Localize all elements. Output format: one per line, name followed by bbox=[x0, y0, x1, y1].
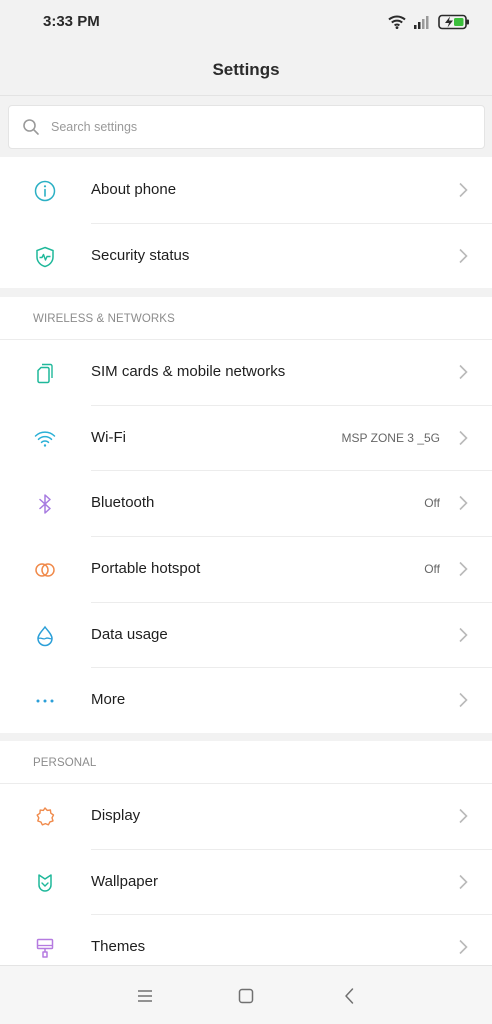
chevron-right-icon bbox=[459, 430, 468, 445]
row-sim-cards[interactable]: SIM cards & mobile networks bbox=[0, 339, 492, 405]
chevron-right-icon bbox=[459, 182, 468, 198]
row-label: Themes bbox=[91, 938, 146, 956]
row-wallpaper[interactable]: Wallpaper bbox=[0, 848, 492, 915]
cell-signal-icon bbox=[414, 16, 429, 29]
section-header: PERSONAL bbox=[0, 741, 492, 783]
row-display[interactable]: Display bbox=[0, 783, 492, 849]
row-label: Portable hotspot bbox=[91, 560, 201, 578]
status-bar: 3:33 PM bbox=[0, 0, 492, 44]
row-label: Data usage bbox=[91, 625, 168, 643]
more-dots-icon bbox=[36, 699, 54, 703]
status-icons bbox=[388, 12, 470, 32]
group-device: About phone Security status bbox=[0, 157, 492, 289]
wifi-icon bbox=[34, 431, 56, 447]
chevron-right-icon bbox=[459, 808, 468, 824]
group-personal: PERSONAL Display Wallpaper Themes bbox=[0, 741, 492, 965]
divider bbox=[91, 404, 492, 406]
bluetooth-icon bbox=[39, 494, 51, 515]
divider bbox=[91, 667, 492, 669]
chevron-right-icon bbox=[459, 693, 468, 708]
row-label: Security status bbox=[91, 246, 190, 264]
data-drop-icon bbox=[37, 625, 53, 646]
row-portable-hotspot[interactable]: Portable hotspot Off bbox=[0, 536, 492, 602]
row-label: Bluetooth bbox=[91, 494, 155, 512]
row-label: About phone bbox=[91, 181, 177, 198]
chevron-right-icon bbox=[459, 496, 468, 511]
row-label: Wallpaper bbox=[91, 872, 158, 890]
navigation-bar bbox=[0, 965, 492, 1024]
hotspot-icon bbox=[35, 563, 55, 577]
page-title: Settings bbox=[212, 60, 280, 79]
hotspot-status-value: Off bbox=[424, 562, 440, 577]
app-bar: Settings bbox=[0, 44, 492, 96]
search-bar[interactable] bbox=[8, 105, 485, 149]
info-icon bbox=[34, 180, 56, 202]
chevron-right-icon bbox=[459, 627, 468, 642]
divider bbox=[0, 783, 492, 784]
row-data-usage[interactable]: Data usage bbox=[0, 601, 492, 668]
bluetooth-status-value: Off bbox=[424, 496, 440, 511]
battery-charging-icon bbox=[438, 14, 469, 30]
recents-button[interactable] bbox=[135, 986, 155, 1006]
row-security-status[interactable]: Security status bbox=[0, 222, 492, 289]
divider bbox=[0, 339, 492, 340]
section-header: WIRELESS & NETWORKS bbox=[0, 297, 492, 339]
chevron-right-icon bbox=[459, 561, 468, 577]
section-header-text: WIRELESS & NETWORKS bbox=[33, 313, 175, 325]
chevron-right-icon bbox=[459, 364, 468, 380]
display-sun-icon bbox=[36, 807, 55, 826]
wallpaper-icon bbox=[38, 873, 52, 892]
divider bbox=[91, 536, 492, 538]
row-wifi[interactable]: Wi-Fi MSP ZONE 3 _5G bbox=[0, 404, 492, 471]
row-label: SIM cards & mobile networks bbox=[91, 363, 286, 380]
back-chevron-icon bbox=[345, 988, 354, 1004]
row-about-phone[interactable]: About phone bbox=[0, 157, 492, 223]
search-icon bbox=[23, 119, 39, 135]
row-more[interactable]: More bbox=[0, 667, 492, 733]
divider bbox=[91, 601, 492, 603]
row-label: Display bbox=[91, 807, 141, 824]
chevron-right-icon bbox=[459, 874, 468, 889]
wifi-signal-icon bbox=[388, 15, 406, 29]
wifi-network-value: MSP ZONE 3 _5G bbox=[341, 430, 440, 445]
divider bbox=[91, 914, 492, 916]
search-input[interactable] bbox=[51, 115, 461, 139]
themes-brush-icon bbox=[36, 939, 54, 959]
row-label: More bbox=[91, 691, 126, 709]
home-square-icon bbox=[238, 988, 254, 1004]
sim-card-icon bbox=[37, 363, 53, 384]
menu-lines-icon bbox=[138, 990, 152, 1002]
chevron-right-icon bbox=[459, 940, 468, 955]
row-bluetooth[interactable]: Bluetooth Off bbox=[0, 470, 492, 536]
settings-screen: 3:33 PM Settings Search settings About p… bbox=[0, 0, 492, 1024]
shield-pulse-icon bbox=[36, 246, 54, 267]
divider bbox=[91, 222, 492, 224]
group-wireless-networks: WIRELESS & NETWORKS SIM cards & mobile n… bbox=[0, 297, 492, 734]
status-time: 3:33 PM bbox=[43, 13, 100, 30]
divider bbox=[91, 848, 492, 850]
chevron-right-icon bbox=[459, 248, 468, 263]
home-button[interactable] bbox=[236, 986, 256, 1006]
row-label: Wi-Fi bbox=[91, 428, 126, 446]
back-button[interactable] bbox=[339, 986, 359, 1006]
divider bbox=[91, 470, 492, 472]
section-header-text: PERSONAL bbox=[33, 757, 97, 769]
